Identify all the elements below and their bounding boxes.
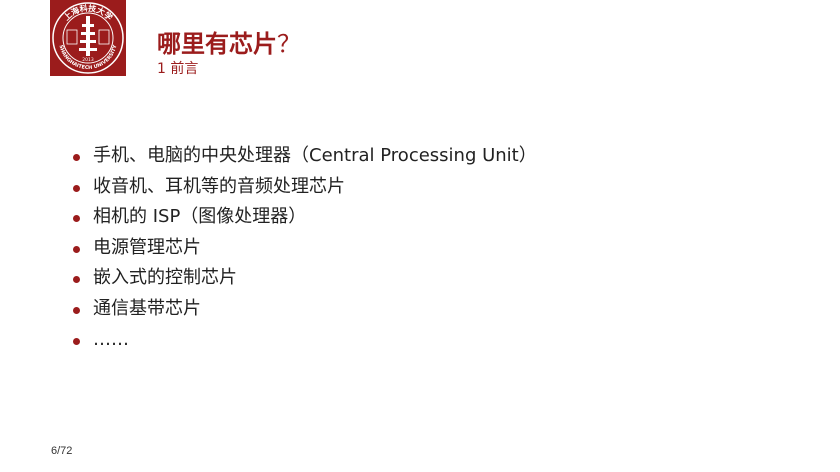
bullet-icon [73,154,80,161]
list-item-text: 手机、电脑的中央处理器（Central Processing Unit） [93,145,537,166]
list-item: 通信基带芯片 [70,294,537,325]
bullet-icon [73,306,80,314]
title-question-mark: ？ [277,30,301,58]
logo-year: 2013 [82,57,94,63]
bullet-icon [73,245,80,253]
chip-applications-list: 手机、电脑的中央处理器（Central Processing Unit） 收音机… [70,141,537,355]
shanghaitech-university-seal-icon: 上海科技大学 SHANGHAITECH UNIVERSITY 2013 [50,0,126,76]
section-subtitle: 1 前言 [157,61,199,77]
list-item-text: 电源管理芯片 [93,236,201,258]
list-item-text: 相机的 ISP（图像处理器） [93,206,307,228]
list-item-text: 收音机、耳机等的音频处理芯片 [93,175,345,197]
bullet-icon [73,337,80,345]
list-item: 电源管理芯片 [70,233,537,264]
list-item: 嵌入式的控制芯片 [70,263,537,294]
list-item-text: 嵌入式的控制芯片 [93,267,237,289]
title-text: 哪里有芯片 [157,30,277,58]
page-title: 哪里有芯片？ [157,29,301,59]
list-item-text: 通信基带芯片 [93,297,201,319]
bullet-icon [73,276,80,284]
university-logo: 上海科技大学 SHANGHAITECH UNIVERSITY 2013 [50,0,126,76]
list-item: 相机的 ISP（图像处理器） [70,202,537,233]
bullet-icon [73,215,80,223]
list-item-text: …… [93,328,129,350]
list-item: 手机、电脑的中央处理器（Central Processing Unit） [70,141,537,172]
list-item: …… [70,325,537,356]
page-number: 6/72 [51,445,73,457]
list-item: 收音机、耳机等的音频处理芯片 [70,172,537,203]
bullet-icon [73,184,80,192]
